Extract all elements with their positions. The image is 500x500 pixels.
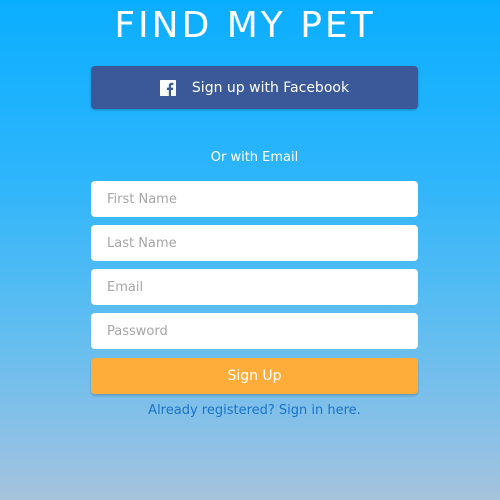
facebook-icon (159, 79, 176, 96)
first-name-input[interactable] (107, 191, 418, 207)
password-input[interactable] (107, 323, 418, 339)
email-field-container (91, 269, 418, 305)
divider-text: Or with Email (210, 150, 299, 165)
facebook-signup-button[interactable]: Sign up with Facebook (91, 66, 418, 109)
facebook-signup-label: Sign up with Facebook (191, 79, 350, 96)
app-title: FIND MY PET (114, 5, 376, 46)
last-name-input[interactable] (107, 235, 418, 251)
email-input[interactable] (107, 279, 418, 295)
first-name-field-container (91, 181, 418, 217)
password-field-container (91, 313, 418, 349)
last-name-field-container (91, 225, 418, 261)
signup-button-label: Sign Up (227, 368, 282, 384)
signup-button[interactable]: Sign Up (91, 358, 418, 394)
signin-link[interactable]: Already registered? Sign in here. (0, 403, 500, 418)
